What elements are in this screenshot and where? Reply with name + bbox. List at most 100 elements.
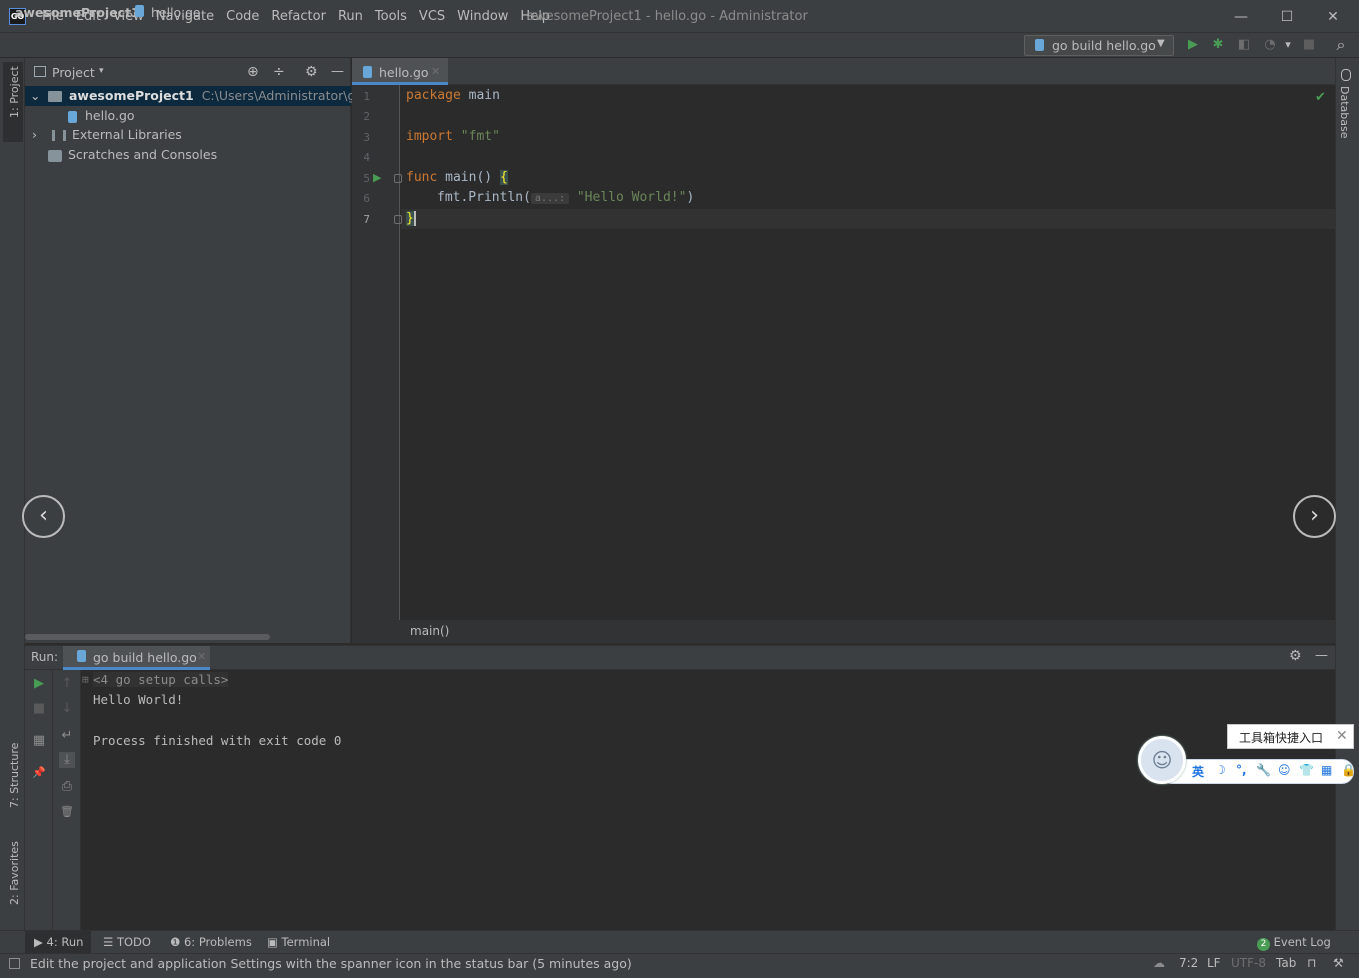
close-icon[interactable]: ✕ [1336, 728, 1348, 744]
database-tool-label[interactable]: Database [1338, 86, 1351, 139]
locate-file-icon[interactable]: ⊕ [247, 64, 259, 80]
tree-node-project-root[interactable]: ⌄ awesomeProject1 C:\Users\Administrator… [30, 86, 390, 106]
run-icon[interactable]: ▶ [1185, 37, 1201, 53]
go-file-icon [68, 110, 77, 123]
rerun-icon[interactable]: ▶ [31, 676, 47, 692]
terminal-icon: ▣ [267, 935, 282, 949]
menu-vcs[interactable]: VCS [413, 8, 451, 26]
carousel-prev-button[interactable]: ‹ [22, 495, 65, 538]
go-file-icon [363, 66, 372, 78]
emoji-icon[interactable]: ☺ [1278, 763, 1291, 777]
minimize-button[interactable]: — [1218, 3, 1264, 31]
run-console[interactable] [81, 670, 1335, 930]
print-icon[interactable]: ⎙ [59, 779, 75, 795]
file-encoding[interactable]: UTF-8 [1231, 956, 1266, 970]
hide-panel-icon[interactable]: — [1315, 648, 1328, 663]
menu-tools[interactable]: Tools [369, 8, 413, 26]
tree-node-scratches[interactable]: Scratches and Consoles [48, 145, 217, 165]
chevron-down-icon[interactable]: ⌄ [30, 86, 44, 106]
problems-tool-button[interactable]: ❶ 6: Problems [170, 935, 252, 949]
keyword-func: func [406, 170, 438, 185]
menu-code[interactable]: Code [220, 8, 265, 26]
go-file-icon [135, 5, 144, 17]
ime-language-toggle[interactable]: 英 [1192, 763, 1204, 780]
lock-icon[interactable]: 🔒 [1341, 763, 1356, 777]
punctuation-icon[interactable]: °, [1236, 763, 1247, 777]
project-view-selector[interactable]: Project [52, 65, 95, 80]
console-setup-calls[interactable]: <4 go setup calls> [93, 672, 229, 687]
spanner-icon[interactable]: ⚒ [1333, 956, 1344, 970]
println-call: fmt.Println( [437, 190, 531, 205]
scroll-to-end-icon[interactable]: ⤓ [59, 752, 75, 768]
keyword-package: package [406, 88, 461, 103]
layout-icon[interactable]: ▦ [31, 733, 47, 749]
favorites-tool-label[interactable]: 2: Favorites [8, 841, 21, 905]
line-number: 4 [363, 151, 370, 164]
menu-refactor[interactable]: Refactor [265, 8, 332, 26]
structure-tool-label[interactable]: 7: Structure [8, 743, 21, 808]
chevron-right-icon[interactable]: › [32, 125, 48, 145]
toolbox-grid-icon[interactable]: ▦ [1321, 763, 1332, 777]
run-gutter-icon[interactable]: ▶ [373, 171, 381, 184]
tree-node-hello-go[interactable]: hello.go [68, 106, 135, 126]
chevron-down-icon[interactable]: ▾ [1280, 37, 1296, 53]
cloud-settings-icon[interactable]: ☁ [1153, 956, 1165, 970]
terminal-tool-button[interactable]: ▣ Terminal [267, 935, 330, 949]
lock-icon[interactable]: ⊓ [1307, 956, 1316, 970]
close-paren: ) [686, 190, 695, 205]
arrow-up-icon[interactable]: ↑ [59, 676, 75, 692]
run-with-coverage-icon[interactable]: ◧ [1236, 37, 1252, 53]
gear-icon[interactable]: ⚙ [305, 64, 318, 80]
menu-window[interactable]: Window [451, 8, 514, 26]
soft-wrap-icon[interactable]: ↵ [59, 728, 75, 744]
editor-breadcrumb-function[interactable]: main() [410, 624, 449, 638]
folder-icon [47, 91, 62, 102]
skin-icon[interactable]: 👕 [1299, 763, 1314, 777]
database-icon [1341, 69, 1351, 81]
inspection-ok-icon[interactable]: ✔ [1315, 90, 1326, 105]
trash-icon[interactable]: 🗑 [59, 804, 75, 820]
hide-panel-icon[interactable]: — [331, 64, 344, 79]
go-file-icon [77, 650, 86, 662]
run-tool-button[interactable]: ▶ 4: Run [34, 935, 83, 949]
ime-tooltip-text: 工具箱快捷入口 [1239, 731, 1324, 745]
tree-node-external-libraries[interactable]: › External Libraries [32, 125, 182, 145]
wrench-icon[interactable]: 🔧 [1256, 763, 1271, 777]
line-separator[interactable]: LF [1207, 956, 1221, 970]
fold-icon[interactable] [394, 174, 402, 183]
ime-mascot-avatar[interactable]: ☺ [1138, 736, 1186, 784]
arrow-down-icon[interactable]: ↓ [59, 701, 75, 717]
indent-setting[interactable]: Tab [1276, 956, 1296, 970]
moon-icon[interactable]: ☽ [1215, 763, 1226, 777]
fold-icon[interactable] [394, 215, 402, 224]
gear-icon[interactable]: ⚙ [1289, 648, 1302, 664]
code-line-3: import "fmt" [406, 129, 500, 144]
code-line-1: package main [406, 88, 500, 103]
profile-icon[interactable]: ◔ [1262, 37, 1278, 53]
project-tool-label[interactable]: 1: Project [8, 66, 21, 118]
project-horizontal-scrollbar[interactable] [25, 634, 270, 640]
code-editor[interactable] [401, 85, 1335, 620]
event-log-tool-button[interactable]: 2 Event Log [1257, 935, 1331, 951]
pin-icon[interactable]: 📌 [31, 765, 47, 781]
maximize-button[interactable]: ☐ [1264, 3, 1310, 31]
search-icon[interactable]: ⌕ [1333, 37, 1349, 53]
carousel-next-button[interactable]: › [1293, 495, 1336, 538]
stop-icon[interactable]: ■ [1301, 37, 1317, 53]
editor-tab-bar [352, 58, 1335, 85]
todo-tool-button[interactable]: ☰ TODO [103, 935, 151, 949]
collapse-all-icon[interactable]: ÷ [273, 64, 285, 80]
breadcrumb-file[interactable]: hello.go [151, 5, 201, 20]
tool-windows-toggle-icon[interactable] [9, 958, 20, 969]
close-window-button[interactable]: ✕ [1310, 3, 1356, 31]
debug-icon[interactable]: ✱ [1210, 37, 1226, 53]
close-tab-icon[interactable]: ✕ [197, 650, 206, 663]
open-brace: { [499, 170, 508, 185]
chevron-down-icon[interactable]: ▾ [99, 66, 104, 76]
menu-run[interactable]: Run [332, 8, 369, 26]
cursor-position[interactable]: 7:2 [1179, 956, 1198, 970]
fold-marker-icon[interactable]: ⊞ [82, 673, 89, 686]
status-message[interactable]: Edit the project and application Setting… [30, 956, 632, 971]
close-tab-icon[interactable]: ✕ [431, 65, 440, 78]
stop-icon[interactable]: ■ [31, 701, 47, 717]
